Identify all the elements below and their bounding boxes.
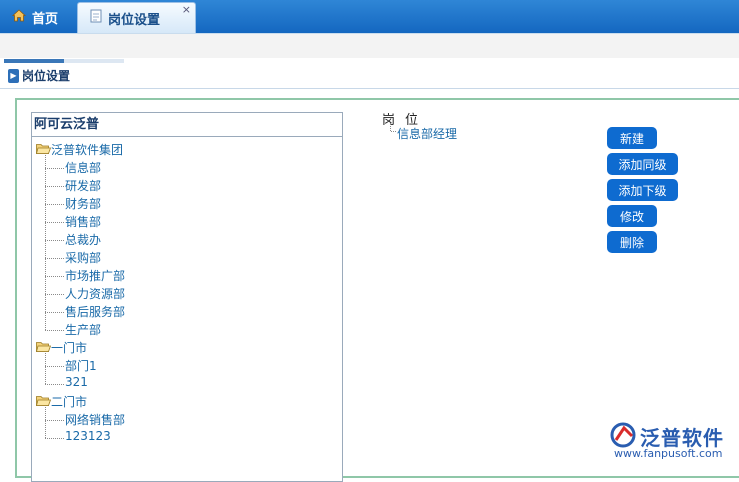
tree-group-3[interactable]: 二门市 <box>51 393 87 410</box>
tree-item[interactable]: 生产部 <box>65 321 101 338</box>
tree-item[interactable]: 321 <box>65 375 88 389</box>
tree-item[interactable]: 人力资源部 <box>65 285 125 302</box>
loading-progress-fill <box>4 59 64 63</box>
tree-connector <box>45 384 64 385</box>
tree-connector <box>45 438 64 439</box>
tree-item[interactable]: 市场推广部 <box>65 267 125 284</box>
tab-home[interactable]: 首页 <box>0 2 76 33</box>
tab-home-label: 首页 <box>32 12 59 27</box>
tree-connector <box>45 168 64 169</box>
tree-connector <box>45 204 64 205</box>
tree-connector <box>391 131 396 132</box>
tree-group-1[interactable]: 泛普软件集团 <box>51 141 123 158</box>
add-sibling-button[interactable]: 添加同级 <box>607 153 678 175</box>
tree-item[interactable]: 123123 <box>65 429 111 443</box>
tree-item[interactable]: 信息部 <box>65 159 101 176</box>
page-title: ▶ 岗位设置 <box>8 67 70 84</box>
brand-logo: 泛普软件 www.fanpusoft.com <box>608 420 739 468</box>
tree-item[interactable]: 网络销售部 <box>65 411 125 428</box>
edit-button[interactable]: 修改 <box>607 205 657 227</box>
position-item[interactable]: 信息部经理 <box>397 125 457 142</box>
tree-connector <box>45 155 46 330</box>
folder-icon <box>35 395 52 406</box>
tree-connector <box>45 312 64 313</box>
loading-progress-bar <box>4 59 124 63</box>
tree-group-2[interactable]: 一门市 <box>51 339 87 356</box>
add-child-button[interactable]: 添加下级 <box>607 179 678 201</box>
folder-icon <box>35 143 52 154</box>
document-icon <box>90 9 102 27</box>
toolbar-strip <box>0 33 739 58</box>
tree-item[interactable]: 售后服务部 <box>65 303 125 320</box>
tree-item[interactable]: 采购部 <box>65 249 101 266</box>
tree-connector <box>45 294 64 295</box>
tree-connector <box>45 276 64 277</box>
tree-connector <box>45 420 64 421</box>
tree-item[interactable]: 销售部 <box>65 213 101 230</box>
tab-position-settings[interactable]: 岗位设置 × <box>77 2 196 33</box>
home-icon <box>11 9 27 26</box>
brand-mark-icon <box>610 422 636 448</box>
brand-url: www.fanpusoft.com <box>614 447 723 460</box>
tree-connector <box>45 240 64 241</box>
department-tree-panel: 阿可云泛普 泛普软件集团 信息部 研发部 财务部 销售部 总裁办 采购部 市场推广部 人力资源部… <box>31 112 343 482</box>
arrow-right-icon: ▶ <box>8 68 19 83</box>
delete-button[interactable]: 删除 <box>607 231 657 253</box>
new-button[interactable]: 新建 <box>607 127 657 149</box>
tree-connector <box>45 222 64 223</box>
tree-connector <box>45 186 64 187</box>
tree-root-label[interactable]: 阿可云泛普 <box>32 113 342 137</box>
tree-connector <box>45 330 64 331</box>
tree-item[interactable]: 部门1 <box>65 357 97 374</box>
tree-connector <box>45 366 64 367</box>
tree-item[interactable]: 研发部 <box>65 177 101 194</box>
tree-connector <box>45 353 46 384</box>
tree-connector <box>45 407 46 438</box>
tree-item[interactable]: 总裁办 <box>65 231 101 248</box>
page-title-label: 岗位设置 <box>22 69 71 83</box>
tree-connector <box>45 258 64 259</box>
tree-connector <box>390 123 391 131</box>
title-divider <box>0 88 739 89</box>
close-icon[interactable]: × <box>182 3 191 16</box>
folder-icon <box>35 341 52 352</box>
tab-active-label: 岗位设置 <box>108 12 161 28</box>
tree-item[interactable]: 财务部 <box>65 195 101 212</box>
